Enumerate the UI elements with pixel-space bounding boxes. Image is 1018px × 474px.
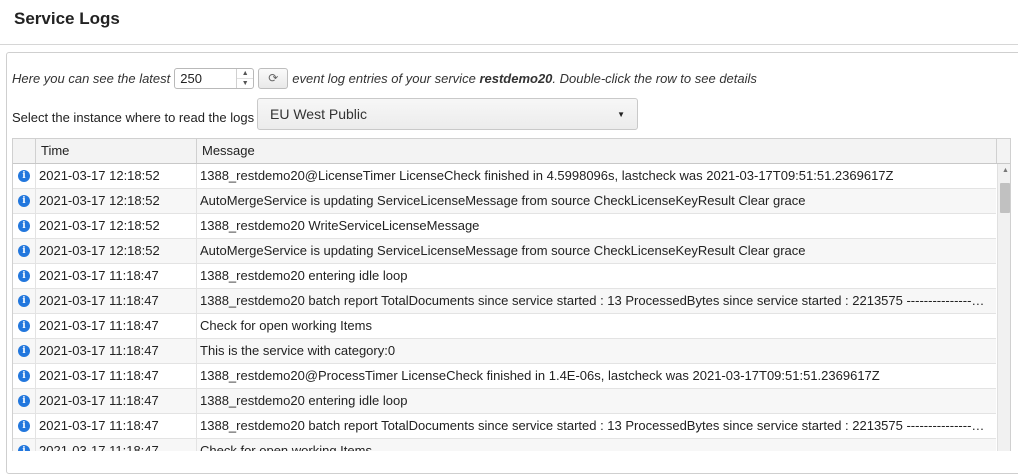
row-icon-cell: i <box>13 389 36 413</box>
entry-count-input[interactable] <box>175 68 237 88</box>
refresh-icon: ⟳ <box>268 71 279 85</box>
spin-down-icon[interactable]: ▼ <box>237 79 253 88</box>
refresh-button[interactable]: ⟳ <box>258 67 289 89</box>
row-icon-cell: i <box>13 364 36 388</box>
table-row[interactable]: i 2021-03-17 12:18:52 1388_restdemo20 Writ… <box>13 214 996 239</box>
row-time: 2021-03-17 12:18:52 <box>36 189 197 213</box>
row-message: 1388_restdemo20 batch report TotalDocume… <box>200 293 996 308</box>
instance-label: Select the instance where to read the lo… <box>12 110 255 125</box>
table-row[interactable]: i 2021-03-17 11:18:47 1388_restdemo20 batc… <box>13 289 996 314</box>
row-icon-cell: i <box>13 439 36 451</box>
grid-header: Time Message <box>13 139 1010 164</box>
intro-line: Here you can see the latest ▲ ▼ ⟳ event … <box>12 67 757 89</box>
info-icon: i <box>18 345 30 357</box>
row-time: 2021-03-17 11:18:47 <box>36 389 197 413</box>
info-icon: i <box>18 270 30 282</box>
row-icon-cell: i <box>13 414 36 438</box>
row-icon-cell: i <box>13 239 36 263</box>
info-icon: i <box>18 370 30 382</box>
row-time: 2021-03-17 11:18:47 <box>36 264 197 288</box>
column-header-time[interactable]: Time <box>36 139 197 163</box>
info-icon: i <box>18 420 30 432</box>
row-message: 1388_restdemo20 WriteServiceLicenseMessa… <box>200 218 480 233</box>
info-icon: i <box>18 295 30 307</box>
scroll-up-icon[interactable]: ▲ <box>998 167 1010 174</box>
row-time: 2021-03-17 12:18:52 <box>36 164 197 188</box>
info-icon: i <box>18 395 30 407</box>
row-time: 2021-03-17 11:18:47 <box>36 339 197 363</box>
service-name: restdemo20 <box>479 70 553 86</box>
caret-down-icon: ▼ <box>617 109 625 119</box>
instance-selected-value: EU West Public <box>270 106 367 122</box>
info-icon: i <box>18 245 30 257</box>
info-icon: i <box>18 445 30 451</box>
column-header-icon[interactable] <box>13 139 36 163</box>
row-message: 1388_restdemo20 entering idle loop <box>200 268 408 283</box>
intro-prefix: Here you can see the latest <box>12 70 171 86</box>
table-row[interactable]: i 2021-03-17 11:18:47 1388_restdemo20 ente… <box>13 264 996 289</box>
table-row[interactable]: i 2021-03-17 11:18:47 1388_restdemo20 batc… <box>13 414 996 439</box>
entry-count-stepper[interactable]: ▲ ▼ <box>174 67 255 89</box>
instance-select[interactable]: EU West Public ▼ <box>257 98 638 130</box>
intro-middle: event log entries of your service <box>292 70 476 86</box>
table-row[interactable]: i 2021-03-17 12:18:52 AutoMergeService is … <box>13 189 996 214</box>
row-time: 2021-03-17 12:18:52 <box>36 214 197 238</box>
row-time: 2021-03-17 12:18:52 <box>36 239 197 263</box>
spin-up-icon[interactable]: ▲ <box>237 69 254 79</box>
table-row[interactable]: i 2021-03-17 11:18:47 Check for open worki… <box>13 314 996 339</box>
row-message: AutoMergeService is updating ServiceLice… <box>200 243 806 258</box>
table-row[interactable]: i 2021-03-17 11:18:47 Check for open worki… <box>13 439 996 451</box>
page-title: Service Logs <box>14 9 120 28</box>
row-message: Check for open working Items <box>200 443 372 451</box>
row-message: 1388_restdemo20@LicenseTimer LicenseChec… <box>200 168 894 183</box>
row-message: 1388_restdemo20 entering idle loop <box>200 393 408 408</box>
row-icon-cell: i <box>13 189 36 213</box>
row-time: 2021-03-17 11:18:47 <box>36 414 197 438</box>
table-row[interactable]: i 2021-03-17 11:18:47 1388_restdemo20 ente… <box>13 389 996 414</box>
row-icon-cell: i <box>13 289 36 313</box>
row-icon-cell: i <box>13 164 36 188</box>
row-time: 2021-03-17 11:18:47 <box>36 364 197 388</box>
table-row[interactable]: i 2021-03-17 11:18:47 1388_restdemo20@Proc… <box>13 364 996 389</box>
grid-rows: i 2021-03-17 12:18:52 1388_restdemo20@Lice… <box>13 164 996 451</box>
vertical-scrollbar[interactable]: ▲ <box>997 164 1010 451</box>
row-time: 2021-03-17 11:18:47 <box>36 439 197 451</box>
row-message: This is the service with category:0 <box>200 343 396 358</box>
row-icon-cell: i <box>13 339 36 363</box>
info-icon: i <box>18 195 30 207</box>
column-header-message[interactable]: Message <box>197 139 997 163</box>
table-row[interactable]: i 2021-03-17 12:18:52 1388_restdemo20@Lice… <box>13 164 996 189</box>
intro-suffix: . Double-click the row to see details <box>552 70 757 86</box>
scroll-thumb[interactable] <box>1000 183 1010 213</box>
row-message: Check for open working Items <box>200 318 372 333</box>
log-grid: Time Message i 2021-03-17 12:18:52 1388_re… <box>12 138 1011 451</box>
info-icon: i <box>18 320 30 332</box>
title-divider <box>0 44 1018 45</box>
row-icon-cell: i <box>13 264 36 288</box>
row-icon-cell: i <box>13 314 36 338</box>
row-icon-cell: i <box>13 214 36 238</box>
info-icon: i <box>18 170 30 182</box>
row-message: 1388_restdemo20@ProcessTimer LicenseChec… <box>200 368 880 383</box>
table-row[interactable]: i 2021-03-17 11:18:47 This is the service … <box>13 339 996 364</box>
row-time: 2021-03-17 11:18:47 <box>36 289 197 313</box>
row-time: 2021-03-17 11:18:47 <box>36 314 197 338</box>
row-message: AutoMergeService is updating ServiceLice… <box>200 193 806 208</box>
info-icon: i <box>18 220 30 232</box>
table-row[interactable]: i 2021-03-17 12:18:52 AutoMergeService is … <box>13 239 996 264</box>
row-message: 1388_restdemo20 batch report TotalDocume… <box>200 418 996 433</box>
